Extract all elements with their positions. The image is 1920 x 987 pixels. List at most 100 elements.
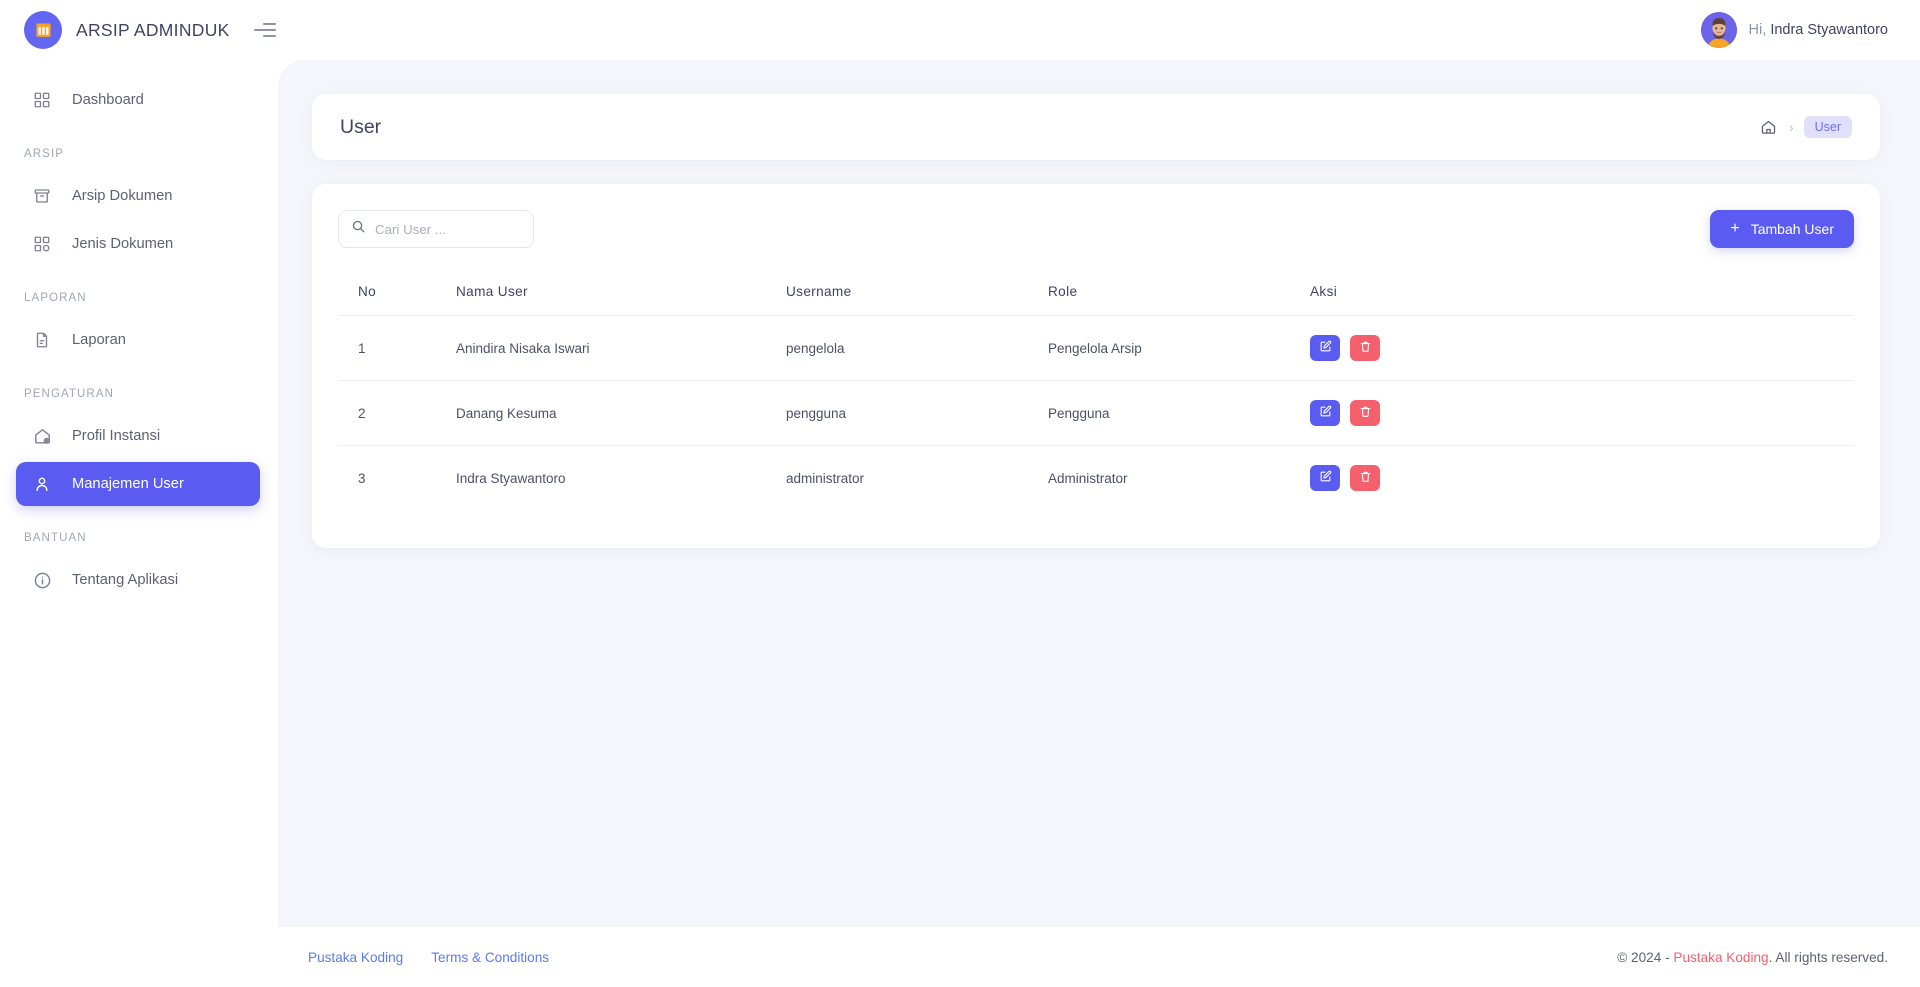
cell-nama: Anindira Nisaka Iswari (456, 315, 786, 381)
hamburger-menu-icon[interactable] (253, 22, 276, 38)
archive-books-icon (24, 11, 62, 49)
breadcrumb-current: User (1803, 116, 1852, 138)
row-actions (1310, 335, 1854, 361)
column-header-role: Role (1048, 270, 1310, 316)
sidebar-item-label: Profil Instansi (72, 428, 161, 444)
user-greeting: Hi, Indra Styawantoro (1749, 22, 1888, 38)
search-input[interactable] (375, 221, 521, 237)
grid-categories-icon (32, 234, 52, 254)
sidebar-section-arsip: ARSIP (24, 148, 65, 160)
column-header-no: No (338, 270, 456, 316)
trash-icon (1359, 405, 1372, 421)
user-person-icon (32, 474, 52, 494)
document-report-icon (32, 330, 52, 350)
sidebar-section-pengaturan: PENGATURAN (24, 388, 115, 400)
edit-button[interactable] (1310, 400, 1340, 426)
trash-icon (1359, 470, 1372, 486)
breadcrumb-separator: › (1789, 119, 1794, 135)
cell-role: Pengguna (1048, 380, 1310, 446)
home-icon[interactable] (1760, 118, 1779, 137)
sidebar-item-label: Jenis Dokumen (72, 236, 174, 252)
info-circle-icon (32, 570, 52, 590)
panel-toolbar: + Tambah User (338, 210, 1854, 248)
sidebar-item-label: Laporan (72, 332, 126, 348)
footer: Pustaka Koding Terms & Conditions © 2024… (278, 927, 1920, 987)
sidebar-item-profil-instansi[interactable]: Profil Instansi (16, 414, 260, 458)
edit-button[interactable] (1310, 465, 1340, 491)
delete-button[interactable] (1350, 465, 1380, 491)
table-row: 3 Indra Styawantoro administrator Admini… (338, 446, 1854, 511)
page-title: User (340, 115, 382, 138)
cell-aksi (1310, 446, 1854, 511)
copyright-brand: Pustaka Koding (1673, 949, 1769, 965)
avatar (1700, 12, 1737, 48)
cell-username: pengguna (786, 380, 1048, 446)
footer-link-terms[interactable]: Terms & Conditions (431, 950, 549, 965)
sidebar: ARSIP ADMINDUK Dashboard ARSIP Arsip Dok… (0, 0, 278, 987)
copyright-prefix: © 2024 - (1617, 949, 1674, 965)
page-header-card: User › User (312, 94, 1880, 160)
sidebar-nav: Dashboard ARSIP Arsip Dokumen Jenis Doku… (0, 60, 278, 606)
column-header-aksi: Aksi (1310, 270, 1854, 316)
search-icon (351, 219, 366, 239)
sidebar-item-label: Tentang Aplikasi (72, 572, 179, 588)
table-body: 1 Anindira Nisaka Iswari pengelola Penge… (338, 315, 1854, 511)
sidebar-item-jenis-dokumen[interactable]: Jenis Dokumen (16, 222, 260, 266)
cell-nama: Indra Styawantoro (456, 470, 566, 486)
cell-no: 1 (338, 315, 456, 381)
sidebar-item-dashboard[interactable]: Dashboard (16, 78, 260, 122)
content-area: User › User Cari User ... + Tambah User … (278, 60, 1920, 927)
edit-pencil-icon (1319, 405, 1332, 421)
brand-header: ARSIP ADMINDUK (0, 0, 278, 60)
cell-aksi (1310, 380, 1854, 446)
home-settings-icon (32, 426, 52, 446)
add-user-button[interactable]: + Tambah User (1710, 210, 1854, 248)
sidebar-item-manajemen-user[interactable]: Manajemen User (16, 462, 260, 506)
user-table: No Nama User Username Role Aksi 1 Anindi… (338, 270, 1854, 510)
search-box[interactable] (338, 210, 534, 248)
sidebar-item-tentang-aplikasi[interactable]: Tentang Aplikasi (16, 558, 260, 602)
user-panel: + Tambah User No Nama User Username Role… (312, 184, 1880, 548)
cell-role: Pengelola Arsip (1048, 315, 1310, 381)
table-row: 2 Danang Kesuma pengguna Pengguna (338, 380, 1854, 446)
grid-dashboard-icon (32, 90, 52, 110)
column-header-nama: Nama User (456, 270, 786, 316)
copyright: © 2024 - Pustaka Koding. All rights rese… (1617, 950, 1888, 965)
sidebar-item-arsip-dokumen[interactable]: Arsip Dokumen (16, 174, 260, 218)
archive-box-icon (32, 186, 52, 206)
user-name: Indra Styawantoro (1770, 22, 1888, 38)
main-region: Hi, Indra Styawantoro User › User Cari U… (278, 0, 1920, 987)
plus-icon: + (1730, 220, 1740, 237)
table-head: No Nama User Username Role Aksi (338, 270, 1854, 316)
edit-pencil-icon (1319, 340, 1332, 356)
copyright-suffix: . All rights reserved. (1768, 949, 1888, 965)
table-header-row: No Nama User Username Role Aksi (338, 270, 1854, 316)
cell-username: pengelola (786, 315, 1048, 381)
delete-button[interactable] (1350, 400, 1380, 426)
cell-aksi (1310, 315, 1854, 381)
footer-link-pustaka-koding[interactable]: Pustaka Koding (308, 950, 403, 965)
greeting-prefix: Hi, (1748, 22, 1767, 38)
topbar: Hi, Indra Styawantoro (278, 0, 1920, 60)
sidebar-item-label: Dashboard (72, 92, 144, 108)
app-root: ARSIP ADMINDUK Dashboard ARSIP Arsip Dok… (0, 0, 1920, 987)
sidebar-item-label: Manajemen User (72, 476, 184, 492)
sidebar-section-laporan: LAPORAN (24, 292, 87, 304)
cell-role: Administrator (1048, 470, 1128, 486)
edit-pencil-icon (1319, 470, 1332, 486)
breadcrumb: › User (1760, 116, 1852, 138)
table-row: 1 Anindira Nisaka Iswari pengelola Penge… (338, 315, 1854, 381)
delete-button[interactable] (1350, 335, 1380, 361)
sidebar-item-label: Arsip Dokumen (72, 188, 173, 204)
sidebar-item-laporan[interactable]: Laporan (16, 318, 260, 362)
cell-no: 3 (358, 470, 366, 486)
column-header-username: Username (786, 270, 1048, 316)
footer-links: Pustaka Koding Terms & Conditions (308, 950, 549, 965)
sidebar-section-bantuan: BANTUAN (24, 532, 87, 544)
row-actions (1310, 465, 1854, 491)
add-user-label: Tambah User (1750, 221, 1834, 237)
user-menu[interactable]: Hi, Indra Styawantoro (1700, 12, 1888, 48)
cell-no: 2 (338, 380, 456, 446)
cell-username: administrator (786, 470, 865, 486)
edit-button[interactable] (1310, 335, 1340, 361)
